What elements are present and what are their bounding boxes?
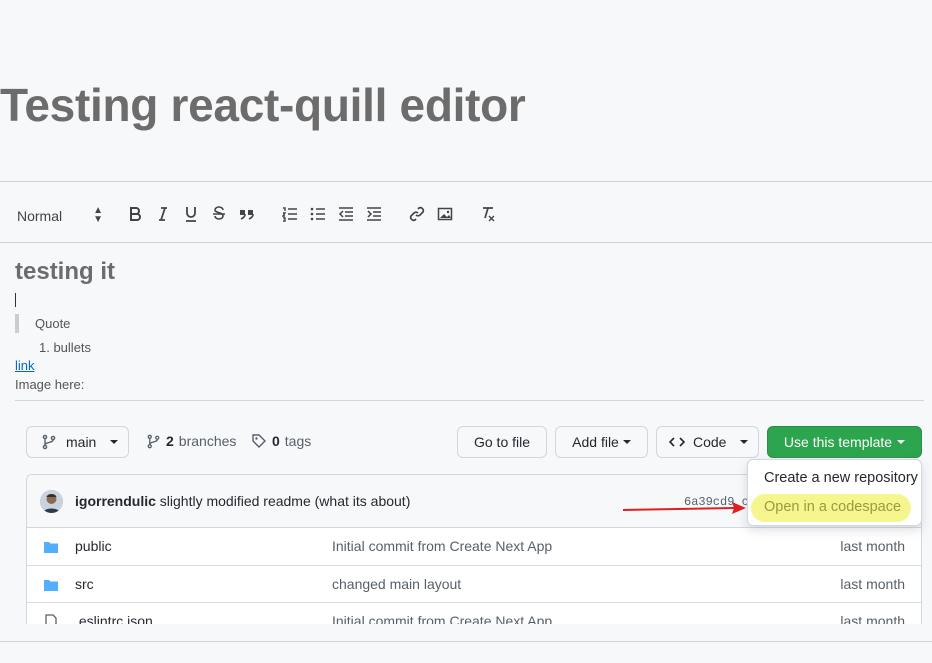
file-icon [45,614,57,624]
editor-link[interactable]: link [15,358,35,373]
indent-icon [367,207,381,221]
file-name[interactable]: src [75,576,94,592]
add-file-button[interactable]: Add file [555,426,648,458]
chevron-down-icon [897,440,906,444]
editor-heading: testing it [15,258,115,285]
italic-icon [159,207,167,221]
branches-count: 2 [166,433,174,449]
code-button[interactable]: Code [656,426,759,458]
ordered-list-button[interactable] [280,204,300,224]
avatar[interactable] [40,490,63,513]
annotation-arrow-icon [622,502,746,514]
file-age: last month [840,538,905,554]
code-label: Code [693,434,727,450]
bold-icon [130,207,141,221]
format-select-value: Normal [17,208,63,224]
folder-icon [44,542,58,553]
editor-content[interactable]: testing it Quote 1. bullets link Image h… [15,258,925,392]
branch-select-button[interactable]: main [26,426,129,458]
image-button[interactable] [435,204,455,224]
user-avatar-icon [40,490,63,513]
code-icon [669,437,685,447]
editor-blockquote: Quote [15,314,70,333]
template-dropdown-menu: Create a new repository Open in a codesp… [747,459,922,526]
clean-format-icon [483,207,495,222]
commit-author[interactable]: igorrendulic [75,493,156,509]
tags-link[interactable]: 0 tags [251,433,311,449]
bullet-list-button[interactable] [308,204,328,224]
table-row[interactable]: .eslintrc.json Initial commit from Creat… [27,602,921,624]
blockquote-button[interactable] [237,204,257,224]
menu-item-create-repository[interactable]: Create a new repository [764,470,918,486]
file-name[interactable]: public [75,538,112,554]
branch-icon [147,434,160,448]
divider [0,641,932,642]
chevron-down-icon [740,440,749,444]
add-file-label: Add file [572,434,619,450]
table-row[interactable]: public Initial commit from Create Next A… [27,528,921,565]
editor-list-item: 1. bullets [39,340,92,355]
branches-label: branches [178,433,237,449]
folder-icon [44,580,58,591]
blockquote-icon [240,210,254,220]
tags-label: tags [284,433,312,449]
branch-name: main [66,434,97,450]
editor-toolbar: Normal ▲ ▼ [0,181,932,243]
file-name[interactable]: .eslintrc.json [75,613,153,624]
chevron-down-icon [622,440,631,444]
use-template-button[interactable]: Use this template [767,426,922,458]
editor-image-label: Image here: [15,377,85,392]
go-to-file-button[interactable]: Go to file [457,426,547,458]
commit-message[interactable]: slightly modified readme (what its about… [160,493,411,509]
strike-icon [213,206,225,220]
bullet-list-icon [310,207,325,221]
indent-button[interactable] [364,204,384,224]
strike-button[interactable] [209,204,229,224]
text-caret [15,293,16,307]
select-arrows-icon: ▲ ▼ [93,205,103,225]
outdent-icon [338,207,353,221]
ordered-list-icon [282,207,297,222]
image-icon [437,207,453,221]
commit-summary: igorrendulic slightly modified readme (w… [75,493,410,509]
chevron-down-icon [110,440,119,444]
file-commit-message[interactable]: Initial commit from Create Next App [332,613,552,624]
clean-format-button[interactable] [478,204,498,224]
italic-button[interactable] [153,204,173,224]
file-commit-message[interactable]: Initial commit from Create Next App [332,538,552,554]
file-commit-message[interactable]: changed main layout [332,576,461,592]
table-row[interactable]: src changed main layout last month [27,565,921,602]
outdent-button[interactable] [336,204,356,224]
file-age: last month [840,613,905,624]
branch-icon [42,434,56,450]
underline-button[interactable] [181,204,201,224]
tags-count: 0 [272,433,280,449]
file-age: last month [840,576,905,592]
bold-button[interactable] [125,204,145,224]
branches-link[interactable]: 2 branches [146,433,236,449]
menu-item-open-codespace[interactable]: Open in a codespace [764,499,901,515]
underline-icon [186,207,196,222]
page-title: Testing react-quill editor [0,79,526,131]
link-icon [409,206,425,222]
format-select[interactable]: Normal ▲ ▼ [17,205,103,226]
tag-icon [252,434,266,448]
use-template-label: Use this template [783,434,893,450]
link-button[interactable] [407,204,427,224]
